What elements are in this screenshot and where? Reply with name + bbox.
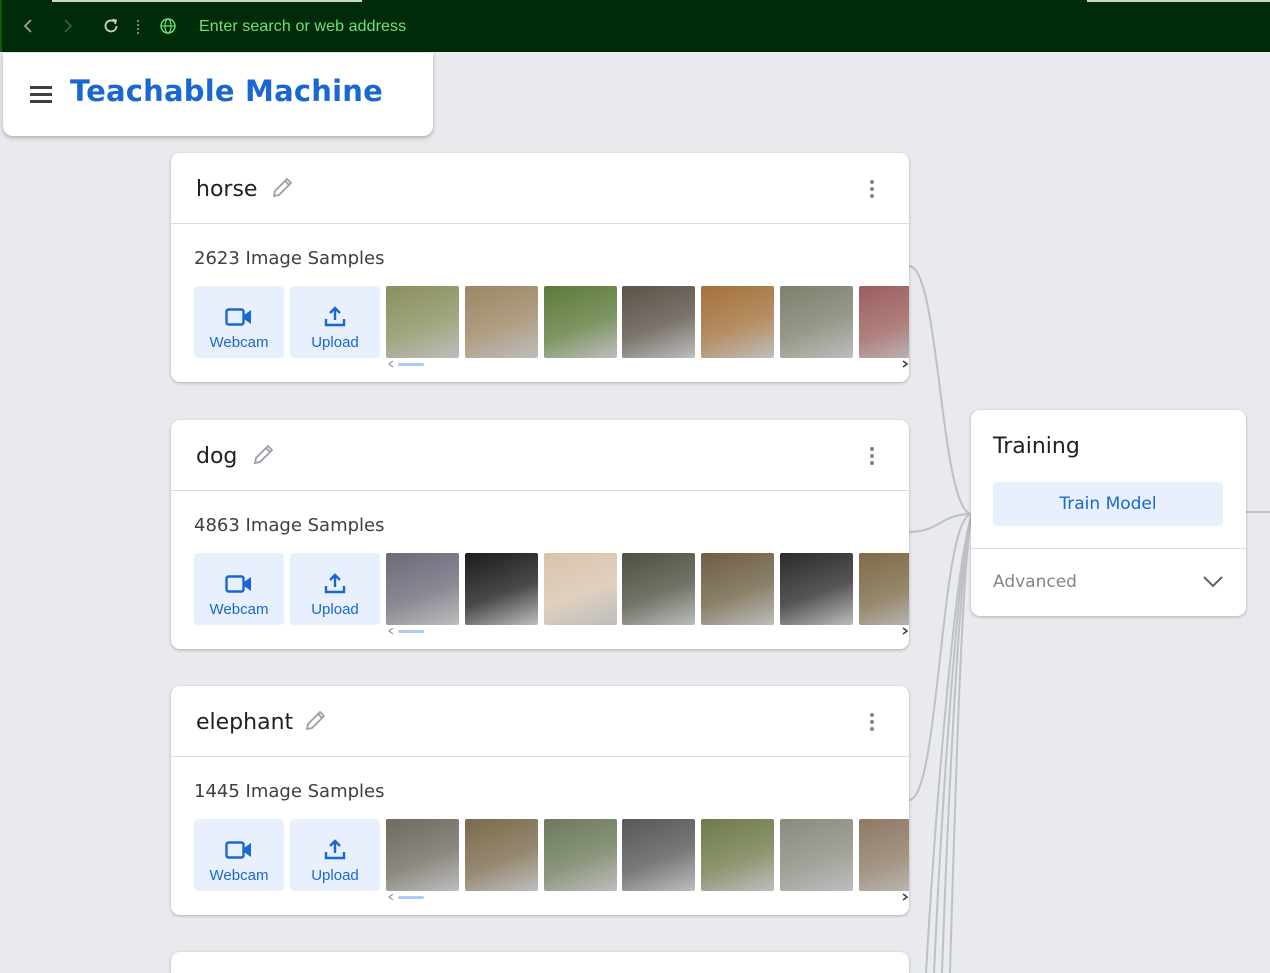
sample-thumbnail[interactable] bbox=[701, 286, 774, 358]
webcam-button-label: Webcam bbox=[209, 867, 269, 884]
sample-count: 1445 Image Samples bbox=[194, 781, 385, 802]
upload-button-label: Upload bbox=[311, 334, 359, 351]
webcam-button[interactable]: Webcam bbox=[194, 286, 284, 358]
webcam-button-label: Webcam bbox=[209, 601, 269, 618]
sample-thumbnail[interactable] bbox=[544, 286, 617, 358]
sample-thumbnail[interactable] bbox=[780, 819, 853, 891]
edit-pencil-icon[interactable] bbox=[250, 442, 276, 468]
train-model-button[interactable]: Train Model bbox=[993, 482, 1223, 526]
chevron-down-icon[interactable] bbox=[1202, 573, 1224, 589]
class-name[interactable]: horse bbox=[196, 177, 257, 202]
upload-button-label: Upload bbox=[311, 867, 359, 884]
sample-thumbnail[interactable] bbox=[780, 286, 853, 358]
sample-thumbnail[interactable] bbox=[780, 553, 853, 625]
sample-thumbnail[interactable] bbox=[386, 819, 459, 891]
sample-thumbnail[interactable] bbox=[622, 286, 695, 358]
upload-button-label: Upload bbox=[311, 601, 359, 618]
sample-thumbnail[interactable] bbox=[859, 286, 909, 358]
upload-button[interactable]: Upload bbox=[290, 553, 380, 625]
sample-thumbnail[interactable] bbox=[701, 819, 774, 891]
scroll-right-icon[interactable] bbox=[901, 892, 909, 902]
thumbnail-scrollbar[interactable] bbox=[386, 626, 909, 638]
edit-pencil-icon[interactable] bbox=[302, 708, 328, 734]
divider bbox=[971, 548, 1246, 549]
more-options-icon[interactable] bbox=[865, 713, 879, 735]
upload-icon bbox=[324, 306, 346, 327]
more-options-icon[interactable] bbox=[865, 180, 879, 202]
upload-button[interactable]: Upload bbox=[290, 819, 380, 891]
class-card-header: dog bbox=[171, 420, 909, 491]
class-name[interactable]: elephant bbox=[196, 710, 293, 735]
training-panel: Training Train Model Advanced bbox=[971, 410, 1246, 616]
advanced-toggle-label[interactable]: Advanced bbox=[993, 572, 1077, 592]
scroll-right-icon[interactable] bbox=[901, 359, 909, 369]
edit-pencil-icon[interactable] bbox=[269, 175, 295, 201]
class-name[interactable]: dog bbox=[196, 444, 237, 469]
upload-icon bbox=[324, 573, 346, 594]
scroll-right-icon[interactable] bbox=[901, 626, 909, 636]
thumbnail-scrollbar[interactable] bbox=[386, 359, 909, 371]
training-title: Training bbox=[993, 434, 1080, 459]
sample-thumbnail[interactable] bbox=[622, 819, 695, 891]
webcam-button[interactable]: Webcam bbox=[194, 819, 284, 891]
sample-thumbnail[interactable] bbox=[465, 286, 538, 358]
more-options-icon[interactable] bbox=[865, 447, 879, 469]
class-card-header: horse bbox=[171, 153, 909, 224]
video-camera-icon bbox=[225, 841, 251, 859]
sample-thumbnail[interactable] bbox=[386, 286, 459, 358]
sample-count: 2623 Image Samples bbox=[194, 248, 385, 269]
upload-icon bbox=[324, 839, 346, 860]
sample-thumbnail[interactable] bbox=[544, 819, 617, 891]
sample-thumbnail[interactable] bbox=[701, 553, 774, 625]
webcam-button-label: Webcam bbox=[209, 334, 269, 351]
sample-thumbnail[interactable] bbox=[859, 553, 909, 625]
class-card-next bbox=[171, 952, 909, 973]
sample-thumbnails bbox=[386, 819, 909, 891]
sample-thumbnail[interactable] bbox=[386, 553, 459, 625]
sample-count: 4863 Image Samples bbox=[194, 515, 385, 536]
class-card-dog: dog 4863 Image Samples Webcam Upload bbox=[171, 420, 909, 649]
scroll-left-icon[interactable] bbox=[387, 359, 395, 369]
thumbnail-scrollbar[interactable] bbox=[386, 892, 909, 904]
scroll-left-icon[interactable] bbox=[387, 892, 395, 902]
sample-thumbnail[interactable] bbox=[544, 553, 617, 625]
upload-button[interactable]: Upload bbox=[290, 286, 380, 358]
class-card-header: elephant bbox=[171, 686, 909, 757]
scrollbar-thumb[interactable] bbox=[398, 363, 424, 366]
sample-thumbnail[interactable] bbox=[859, 819, 909, 891]
sample-thumbnail[interactable] bbox=[465, 553, 538, 625]
sample-thumbnails bbox=[386, 286, 909, 358]
class-card-horse: horse 2623 Image Samples Webcam Upload bbox=[171, 153, 909, 382]
sample-thumbnails bbox=[386, 553, 909, 625]
sample-thumbnail[interactable] bbox=[622, 553, 695, 625]
video-camera-icon bbox=[225, 308, 251, 326]
scroll-left-icon[interactable] bbox=[387, 626, 395, 636]
video-camera-icon bbox=[225, 575, 251, 593]
class-card-elephant: elephant 1445 Image Samples Webcam Uploa… bbox=[171, 686, 909, 915]
scrollbar-thumb[interactable] bbox=[398, 630, 424, 633]
sample-thumbnail[interactable] bbox=[465, 819, 538, 891]
scrollbar-thumb[interactable] bbox=[398, 896, 424, 899]
webcam-button[interactable]: Webcam bbox=[194, 553, 284, 625]
